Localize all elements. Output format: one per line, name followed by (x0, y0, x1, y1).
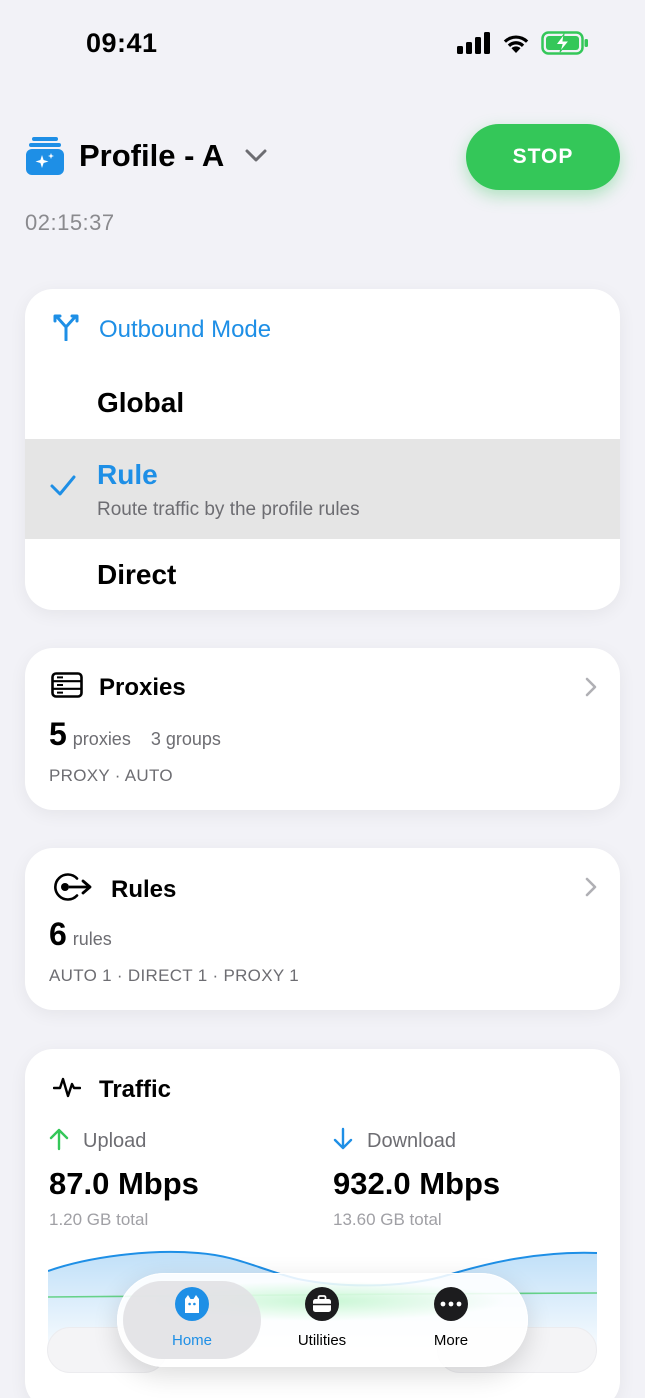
status-icons (457, 31, 589, 60)
rules-count-row: 6 rules (49, 916, 112, 953)
proxies-count-row: 5 proxies 3 groups (49, 716, 221, 753)
proxies-header: Proxies (51, 672, 186, 703)
cat-home-icon (175, 1287, 209, 1321)
outbound-mode-card: Outbound Mode Global Rule Route traffic … (25, 289, 620, 610)
profile-name[interactable]: Profile - A (79, 138, 224, 174)
tab-more-label: More (433, 1332, 469, 1349)
waveform-pulse-icon (52, 1073, 82, 1106)
tab-home[interactable]: Home (123, 1281, 261, 1359)
elapsed-timer: 02:15:37 (25, 210, 115, 235)
status-bar: 09:41 (0, 0, 645, 90)
rules-meta: AUTO 1 · DIRECT 1 · PROXY 1 (49, 966, 299, 985)
chevron-right-icon (584, 676, 598, 703)
proxies-card[interactable]: Proxies 5 proxies 3 groups PROXY · AUTO (25, 648, 620, 810)
arrow-down-icon (333, 1127, 353, 1156)
upload-stat: Upload 87.0 Mbps 1.20 GB total (49, 1127, 199, 1230)
download-total: 13.60 GB total (333, 1210, 442, 1229)
proxies-count: 5 (49, 716, 67, 752)
more-ellipsis-icon (434, 1287, 468, 1321)
rule-arrow-icon (51, 872, 95, 907)
rules-title: Rules (111, 875, 177, 903)
upload-label: Upload (83, 1130, 147, 1152)
tab-home-label: Home (171, 1332, 212, 1349)
app-screen: 09:41 Profile - A 02:15:37 STOP Outbound… (0, 0, 645, 1398)
tab-utilities[interactable]: Utilities (253, 1281, 391, 1359)
chevron-down-icon[interactable] (244, 146, 268, 166)
profile-stack-icon (26, 137, 64, 175)
fork-branch-icon (53, 313, 79, 346)
cellular-signal-icon (457, 32, 491, 59)
header: Profile - A 02:15:37 STOP (0, 120, 645, 250)
battery-charging-icon (541, 31, 589, 60)
chevron-right-icon (584, 876, 598, 903)
download-label: Download (367, 1130, 456, 1152)
server-rack-icon (51, 672, 83, 703)
status-time: 09:41 (86, 28, 158, 58)
checkmark-icon (49, 473, 77, 504)
mode-option-rule[interactable]: Rule Route traffic by the profile rules (25, 439, 620, 539)
traffic-header: Traffic (52, 1073, 172, 1106)
arrow-up-icon (49, 1127, 69, 1156)
rules-count: 6 (49, 916, 67, 952)
upload-value: 87.0 Mbps (49, 1166, 199, 1201)
rules-unit: rules (72, 929, 112, 949)
outbound-mode-title: Outbound Mode (99, 315, 272, 343)
traffic-title: Traffic (99, 1075, 172, 1103)
proxies-unit: proxies (72, 729, 131, 749)
proxies-groups: 3 groups (150, 729, 221, 749)
mode-option-label: Direct (97, 559, 177, 590)
mode-option-label: Rule (97, 459, 158, 490)
download-value: 932.0 Mbps (333, 1166, 501, 1201)
outbound-mode-header: Outbound Mode (53, 313, 271, 346)
mode-option-global[interactable]: Global (25, 369, 620, 439)
download-stat: Download 932.0 Mbps 13.60 GB total (333, 1127, 500, 1230)
proxies-title: Proxies (99, 673, 186, 701)
wifi-icon (501, 32, 531, 59)
stop-button[interactable]: STOP (466, 124, 620, 190)
tab-utilities-label: Utilities (297, 1332, 347, 1349)
tab-more[interactable]: More (382, 1281, 520, 1359)
mode-option-description: Route traffic by the profile rules (97, 499, 360, 520)
tab-bar: Home Utilities More (117, 1273, 528, 1367)
rules-card[interactable]: Rules 6 rules AUTO 1 · DIRECT 1 · PROXY … (25, 848, 620, 1010)
mode-option-direct[interactable]: Direct (25, 539, 620, 609)
proxies-meta: PROXY · AUTO (49, 766, 173, 785)
rules-header: Rules (51, 872, 176, 907)
briefcase-icon (305, 1287, 339, 1321)
upload-total: 1.20 GB total (49, 1210, 149, 1229)
mode-option-label: Global (97, 387, 185, 418)
